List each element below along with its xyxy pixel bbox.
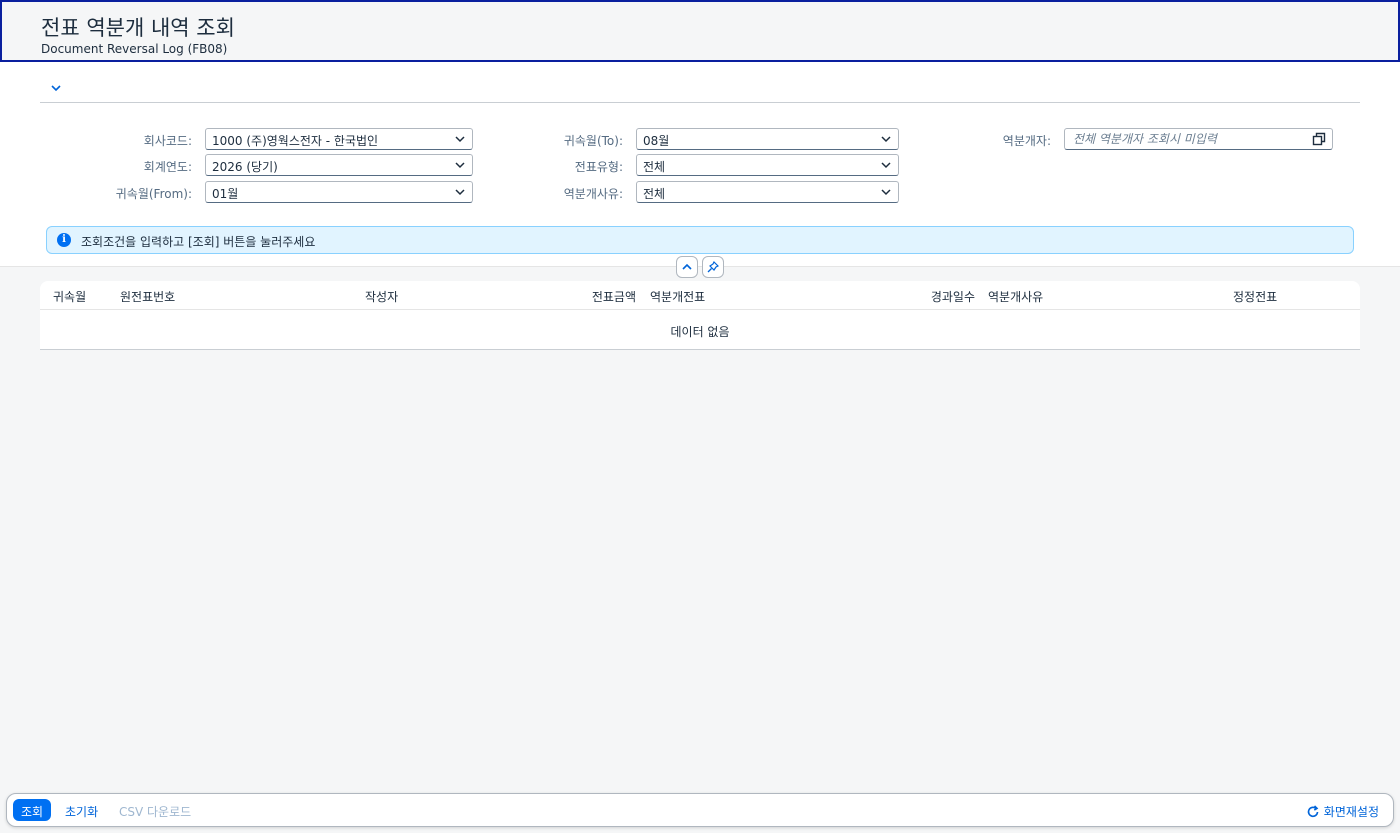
doc-type-label: 전표유형: <box>574 160 623 174</box>
period-to-select[interactable]: 08월 <box>636 128 899 150</box>
fiscal-year-value: 2026 (당기) <box>212 160 278 174</box>
column-header-period[interactable]: 귀속월 <box>53 288 86 305</box>
chevron-down-icon <box>881 189 891 196</box>
chevron-down-icon[interactable] <box>48 80 64 96</box>
company-code-select[interactable]: 1000 (주)영웍스전자 - 한국법인 <box>205 128 473 150</box>
reset-layout-label: 화면재설정 <box>1323 805 1379 819</box>
chevron-down-icon <box>881 162 891 169</box>
column-header-original-doc[interactable]: 원전표번호 <box>120 288 175 305</box>
refresh-icon <box>1307 805 1319 818</box>
fiscal-year-label: 회계연도: <box>143 160 192 174</box>
page-subtitle: Document Reversal Log (FB08) <box>41 42 228 56</box>
search-button[interactable]: 조회 <box>13 799 52 821</box>
filter-divider <box>40 102 1360 103</box>
column-header-elapsed-days[interactable]: 경과일수 <box>880 288 975 305</box>
filter-bar: 회사코드: 1000 (주)영웍스전자 - 한국법인 회계연도: 2026 (당… <box>0 62 1400 267</box>
reverser-field[interactable] <box>1064 128 1333 150</box>
reversal-reason-select[interactable]: 전체 <box>636 181 899 203</box>
company-code-label: 회사코드: <box>143 134 192 148</box>
period-to-value: 08월 <box>643 134 670 148</box>
column-header-reversal-doc[interactable]: 역분개전표 <box>650 288 705 305</box>
reverser-label: 역분개자: <box>1002 134 1051 148</box>
column-header-amount[interactable]: 전표금액 <box>540 288 636 305</box>
reset-button[interactable]: 초기화 <box>57 799 106 821</box>
reverser-input[interactable] <box>1073 132 1303 146</box>
doc-type-value: 전체 <box>643 160 666 174</box>
page-header: 전표 역분개 내역 조회 Document Reversal Log (FB08… <box>0 0 1400 62</box>
chevron-down-icon <box>455 189 465 196</box>
doc-type-select[interactable]: 전체 <box>636 154 899 176</box>
page-title: 전표 역분개 내역 조회 <box>41 16 235 40</box>
table-header-divider <box>40 309 1360 310</box>
info-message-strip: i 조회조건을 입력하고 [조회] 버튼을 눌러주세요 <box>46 226 1354 254</box>
period-from-value: 01월 <box>212 187 239 201</box>
chevron-down-icon <box>455 136 465 143</box>
info-message-text: 조회조건을 입력하고 [조회] 버튼을 눌러주세요 <box>81 235 316 249</box>
chevron-up-icon <box>682 263 692 270</box>
table-empty-text: 데이터 없음 <box>670 325 730 339</box>
company-code-value: 1000 (주)영웍스전자 - 한국법인 <box>212 134 379 148</box>
column-header-author[interactable]: 작성자 <box>365 288 398 305</box>
column-header-reversal-reason[interactable]: 역분개사유 <box>988 288 1043 305</box>
pin-icon <box>707 261 719 273</box>
pin-header-button[interactable] <box>702 256 724 278</box>
reversal-log-table: 귀속월 원전표번호 작성자 전표금액 역분개전표 경과일수 역분개사유 정정전표… <box>40 281 1360 350</box>
csv-download-button[interactable]: CSV 다운로드 <box>111 799 199 821</box>
period-to-label: 귀속월(To): <box>563 134 623 148</box>
column-header-correction-doc[interactable]: 정정전표 <box>1233 288 1277 305</box>
period-from-label: 귀속월(From): <box>115 187 192 201</box>
info-icon: i <box>57 233 71 247</box>
footer-toolbar: 조회 초기화 CSV 다운로드 화면재설정 <box>6 793 1394 827</box>
reset-layout-button[interactable]: 화면재설정 <box>1298 799 1387 821</box>
chevron-down-icon <box>455 162 465 169</box>
fiscal-year-select[interactable]: 2026 (당기) <box>205 154 473 176</box>
collapse-header-button[interactable] <box>676 256 698 278</box>
period-from-select[interactable]: 01월 <box>205 181 473 203</box>
value-help-icon[interactable] <box>1312 132 1326 146</box>
reversal-reason-value: 전체 <box>643 187 666 201</box>
reversal-reason-label: 역분개사유: <box>563 187 623 201</box>
chevron-down-icon <box>881 136 891 143</box>
